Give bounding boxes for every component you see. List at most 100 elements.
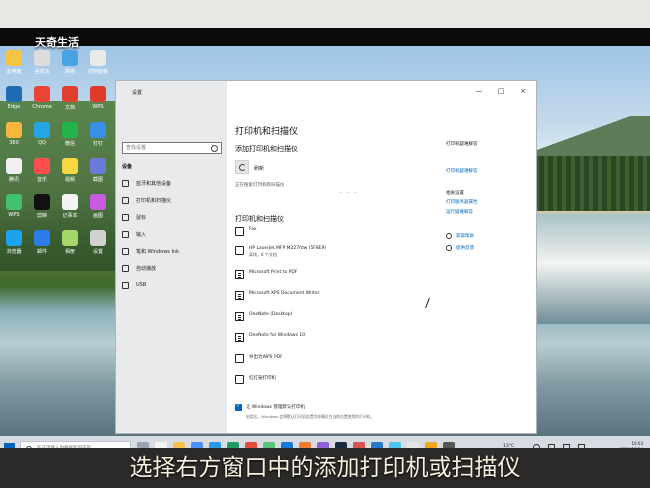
add-printer-heading: 添加打印机和扫描仪 <box>235 145 298 153</box>
settings-window: 设备 蓝牙和其他设备 打印机和扫描仪 鼠标 输入 笔和 Windows Ink … <box>116 81 536 433</box>
desktop-icon[interactable]: WPS <box>86 84 110 118</box>
settings-search-box[interactable] <box>122 142 222 154</box>
notepad-icon <box>62 194 78 210</box>
wps-icon <box>90 86 106 102</box>
settings-search-input[interactable] <box>126 144 201 152</box>
wallpaper-trees <box>530 156 650 211</box>
refresh-label[interactable]: 刷新 <box>254 165 264 172</box>
desktop-icon[interactable]: QQ <box>30 120 54 154</box>
settings-icon <box>90 230 106 246</box>
desktop-icon[interactable]: 文档 <box>58 84 82 118</box>
printer-icon <box>122 197 129 204</box>
desktop-icon[interactable]: 截图 <box>86 156 110 190</box>
edge-icon <box>6 86 22 102</box>
caption-text: 选择右方窗口中的添加打印机或扫描仪 <box>129 455 521 481</box>
printer-icon <box>235 375 244 384</box>
wallpaper-water <box>530 214 650 324</box>
device-fax[interactable]: Fax <box>235 226 435 244</box>
desktop-icon[interactable]: 视频 <box>58 156 82 190</box>
desktop-icon[interactable]: Edge <box>2 84 26 118</box>
sidebar-item-input[interactable]: 输入 <box>122 229 222 241</box>
bluetooth-icon <box>122 180 129 187</box>
tencent-icon <box>6 158 22 174</box>
document-printer-icon <box>235 270 244 279</box>
desktop-icon-grid: 此电脑 回收站 网络 控制面板 Edge Chrome 文档 WPS 360 Q… <box>0 46 118 436</box>
desktop-icon[interactable]: 相册 <box>58 228 82 262</box>
sidebar-heading: 设备 <box>122 164 133 170</box>
troubleshoot-heading: 打印机疑难解答 <box>446 142 478 147</box>
folder-icon <box>6 50 22 66</box>
device-xps-writer[interactable]: Microsoft XPS Document Writer <box>235 290 435 308</box>
desktop-icon[interactable]: 浏览器 <box>2 228 26 262</box>
printer-icon <box>235 246 244 255</box>
photos-icon <box>62 230 78 246</box>
device-hp-laserjet[interactable]: HP LaserJet MFP M227fdw (5F8E9) 离线，8 个文档 <box>235 245 435 263</box>
sidebar-item-autoplay[interactable]: 自动播放 <box>122 263 222 275</box>
desktop-icon[interactable]: WPS <box>2 192 26 226</box>
printer-icon <box>235 354 244 363</box>
wps-icon <box>6 194 22 210</box>
video-icon <box>62 158 78 174</box>
screenshot-icon <box>90 158 106 174</box>
device-print-to-pdf[interactable]: Microsoft Print to PDF <box>235 269 435 287</box>
desktop-icon[interactable]: 记事本 <box>58 192 82 226</box>
qq-icon <box>34 122 50 138</box>
desktop-icon[interactable]: Chrome <box>30 84 54 118</box>
desktop-icon[interactable]: 钉钉 <box>86 120 110 154</box>
desktop-icon[interactable]: 控制面板 <box>86 48 110 82</box>
mail-icon <box>34 230 50 246</box>
browser-icon <box>6 230 22 246</box>
run-troubleshooter-link[interactable]: 运行疑难解答 <box>446 209 473 215</box>
settings-sidebar: 设备 蓝牙和其他设备 打印机和扫描仪 鼠标 输入 笔和 Windows Ink … <box>116 81 227 433</box>
window-title: 设置 <box>132 90 143 96</box>
feedback-icon <box>446 245 452 251</box>
feedback-link[interactable]: 提供反馈 <box>446 244 526 253</box>
dingtalk-icon <box>90 122 106 138</box>
watermark-logo: 天奇生活 <box>35 36 79 49</box>
sidebar-item-mouse[interactable]: 鼠标 <box>122 212 222 224</box>
desktop-icon[interactable]: 360 <box>2 120 26 154</box>
device-onenote-desktop[interactable]: OneNote (Desktop) <box>235 311 435 329</box>
desktop-icon[interactable]: 画图 <box>86 192 110 226</box>
document-printer-icon <box>235 291 244 300</box>
desktop-icon[interactable]: 设置 <box>86 228 110 262</box>
usb-icon <box>122 282 129 289</box>
monitor-bezel: 天奇 此电脑 回收站 网络 控制面板 Edge Chrome 文档 WPS 36… <box>0 28 650 460</box>
desktop-icon[interactable]: 腾讯 <box>2 156 26 190</box>
refresh-icon <box>239 164 246 171</box>
page-title: 打印机和扫描仪 <box>235 127 299 137</box>
desktop-icon[interactable]: 网络 <box>58 48 82 82</box>
troubleshoot-link[interactable]: 打印机疑难解答 <box>446 168 478 174</box>
sidebar-item-pen[interactable]: 笔和 Windows Ink <box>122 246 222 258</box>
printers-list-heading: 打印机和扫描仪 <box>235 215 284 223</box>
sidebar-item-printers[interactable]: 打印机和扫描仪 <box>122 195 222 207</box>
get-help-link[interactable]: 获取帮助 <box>446 232 526 241</box>
refresh-button[interactable] <box>235 160 249 174</box>
sidebar-item-bluetooth[interactable]: 蓝牙和其他设备 <box>122 178 222 190</box>
keyboard-icon <box>122 231 129 238</box>
desktop-icon[interactable]: 此电脑 <box>2 48 26 82</box>
mouse-icon <box>122 214 129 221</box>
desktop-screen: 此电脑 回收站 网络 控制面板 Edge Chrome 文档 WPS 360 Q… <box>0 46 650 460</box>
desktop-icon[interactable]: 邮件 <box>30 228 54 262</box>
wechat-icon <box>62 122 78 138</box>
related-settings-heading: 相关设置 <box>446 191 464 196</box>
fax-icon <box>235 227 244 236</box>
print-server-properties-link[interactable]: 打印服务器属性 <box>446 199 478 205</box>
manage-default-printer-help: 启用后，Windows 会将默认打印机设置为你最近在当前位置使用的打印机。 <box>246 414 375 419</box>
desktop-icon[interactable]: 音乐 <box>30 156 54 190</box>
desktop-icon[interactable]: 微信 <box>58 120 82 154</box>
device-onenote-win10[interactable]: OneNote for Windows 10 <box>235 332 435 350</box>
device-red-lantern[interactable]: 红灯笼打印机 <box>235 374 435 392</box>
manage-default-printer-label[interactable]: 让 Windows 管理默认打印机 <box>246 404 305 410</box>
capcut-icon <box>34 194 50 210</box>
desktop-icon[interactable]: 回收站 <box>30 48 54 82</box>
sidebar-item-usb[interactable]: USB <box>122 280 222 292</box>
pen-icon <box>122 248 129 255</box>
manage-default-printer-checkbox[interactable] <box>235 403 242 411</box>
device-wps-pdf[interactable]: 导出为WPS PDF <box>235 353 435 371</box>
document-printer-icon <box>235 333 244 342</box>
desktop-icon[interactable]: 剪映 <box>30 192 54 226</box>
chrome-icon <box>34 86 50 102</box>
subtitle-bar: 选择右方窗口中的添加打印机或扫描仪 <box>0 448 650 488</box>
